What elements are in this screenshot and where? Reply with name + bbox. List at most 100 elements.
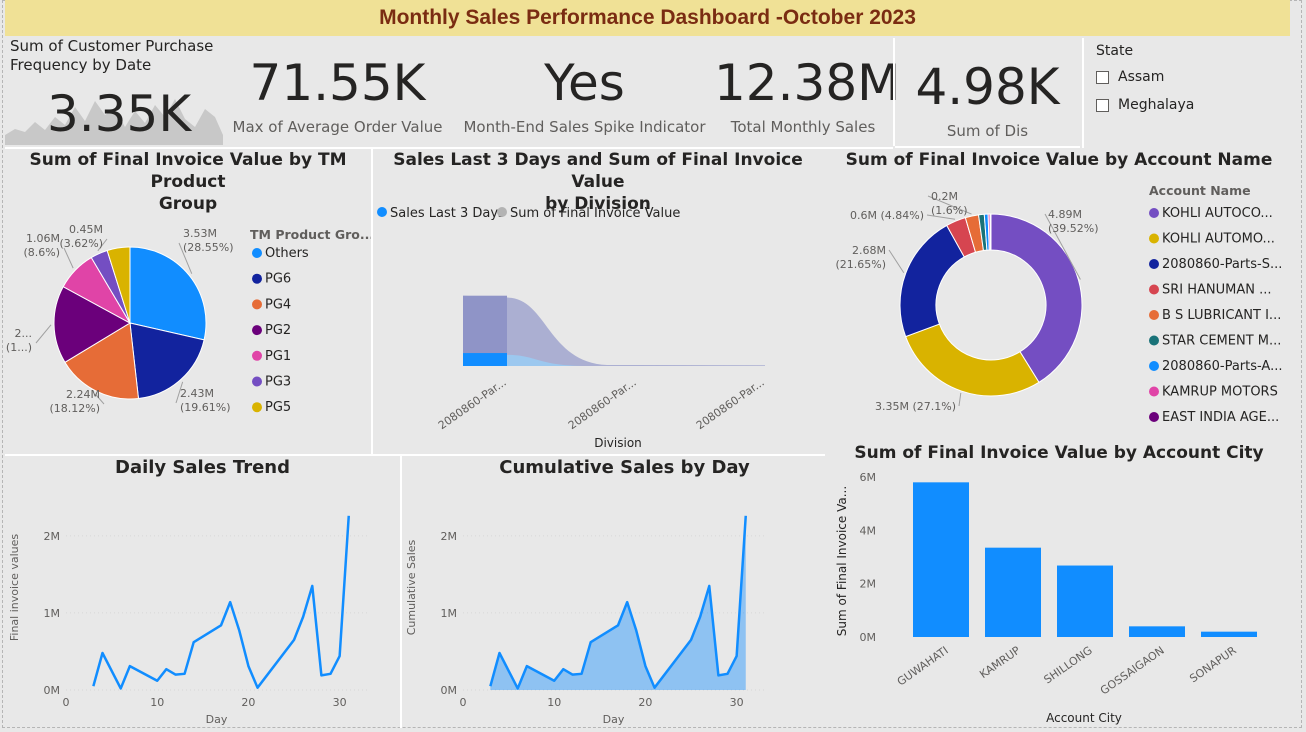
y-tick-label: 0M: [44, 684, 61, 697]
spike-label: Month-End Sales Spike Indicator: [463, 118, 706, 136]
donut-legend-item: KAMRUP MOTORS: [1162, 385, 1278, 400]
x-tick-label: 30: [730, 696, 744, 709]
city-tick-label: KAMRUP: [977, 644, 1023, 681]
pie-legend-title: TM Product Gro...: [250, 227, 371, 242]
city-bar-chart[interactable]: 0M 2M 4M 6M GUWAHATI KAMRUP SHILLONG GOSSAIGAON…: [826, 466, 1292, 728]
pie-leader-line: [63, 247, 74, 269]
legend-dot-icon: [252, 376, 262, 387]
daily-trend-chart[interactable]: 0M 1M 2M 0 10 20 30 Day Final invoice values: [5, 482, 400, 728]
donut-legend-item: STAR CEMENT M...: [1162, 334, 1281, 349]
purchase-frequency-label-1: Sum of Customer Purchase: [10, 37, 214, 55]
pie-data-label: (18.12%): [49, 402, 100, 415]
pie-data-label: (19.61%): [180, 401, 231, 414]
pie-legend-item: PG4: [265, 297, 291, 312]
series-line: [92, 515, 351, 690]
total-sales-label: Total Monthly Sales: [730, 118, 876, 136]
x-tick-label: 20: [638, 696, 652, 709]
y-tick-label: 1M: [44, 607, 61, 620]
city-bar: [913, 482, 969, 637]
legend-dot-icon: [252, 273, 262, 284]
legend-dot-icon: [1149, 284, 1159, 295]
checkbox-icon[interactable]: [1096, 98, 1109, 112]
donut-legend-item: EAST INDIA AGE...: [1162, 410, 1279, 425]
area-series-last3-highlight: [463, 353, 507, 366]
y-tick-label: 6M: [860, 471, 877, 484]
legend-dot-icon: [1149, 386, 1159, 397]
legend-dot-icon: [1149, 259, 1159, 269]
slicer-option-assam[interactable]: Assam: [1096, 69, 1276, 85]
row-divider-2: [5, 454, 825, 456]
donut-data-label: 0.6M (4.84%): [850, 209, 924, 222]
pie-data-label: 3.53M: [183, 227, 217, 240]
pie-data-label: 2.43M: [180, 387, 214, 400]
donut-account-title: Sum of Final Invoice Value by Account Na…: [845, 150, 1273, 170]
legend-dot-icon: [252, 248, 262, 258]
donut-data-label: (39.52%): [1048, 222, 1099, 235]
city-tick-label: GUWAHATI: [895, 644, 951, 689]
kpi-card-spike[interactable]: Yes Month-End Sales Spike Indicator: [462, 58, 707, 143]
avg-order-label: Max of Average Order Value: [232, 118, 443, 136]
pie-legend-item: Others: [265, 246, 309, 261]
pie-legend-item: PG5: [265, 400, 291, 415]
legend-dot-icon: [1149, 310, 1159, 320]
x-tick-label: 0: [63, 696, 70, 709]
donut-slice: [905, 323, 1040, 397]
state-slicer-title: State: [1096, 43, 1134, 59]
division-axis-label: Division: [594, 436, 642, 450]
cumulative-area-fill: [490, 515, 746, 690]
donut-data-label: (1.6%): [931, 204, 968, 217]
y-tick-label: 0M: [860, 631, 877, 644]
donut-legend-item: 2080860-Parts-S...: [1162, 257, 1282, 272]
division-tick-label: 2080860-Par...: [436, 376, 509, 432]
pie-leader-line: [35, 324, 52, 344]
division-area-chart[interactable]: Sales Last 3 Days Sum of Final Invoice Va…: [373, 198, 823, 454]
purchase-frequency-label-2: Frequency by Date: [10, 56, 152, 74]
legend-dot-icon: [252, 402, 262, 413]
total-sales-value: 12.38M: [714, 54, 901, 112]
pie-tm-group-chart[interactable]: 3.53M(28.55%) 2.43M(19.61%) 2.24M(18.12%) 2…: [5, 200, 371, 450]
x-tick-label: 0: [460, 696, 467, 709]
division-tick-label: 2080860-Par...: [566, 376, 639, 432]
pie-legend-item: PG3: [265, 375, 291, 390]
pie-data-label: 2.24M: [66, 388, 100, 401]
kpi-card-dis[interactable]: 4.98K Sum of Dis: [900, 62, 1075, 147]
kpi-card-total-sales[interactable]: 12.38M Total Monthly Sales: [714, 54, 901, 143]
city-tick-label: GOSSAIGAON: [1098, 644, 1167, 698]
donut-data-label: (21.65%): [835, 258, 886, 271]
cumulative-title: Cumulative Sales by Day: [499, 457, 750, 478]
city-bar-title: Sum of Final Invoice Value by Account Ci…: [854, 443, 1264, 463]
checkbox-icon[interactable]: [1096, 70, 1109, 84]
x-tick-label: 10: [547, 696, 561, 709]
kpi-divider: [893, 38, 895, 146]
kpi-card-avg-order[interactable]: 71.55K Max of Average Order Value: [230, 58, 445, 143]
legend-dot-icon: [1149, 208, 1159, 218]
city-bar: [1129, 626, 1185, 637]
pie-legend-item: PG2: [265, 323, 291, 338]
cumulative-chart[interactable]: 0M 1M 2M 0 10 20 30 Day Cumulative Sales: [402, 482, 822, 728]
pie-data-label: (8.6%): [23, 246, 60, 259]
donut-data-label: 0.2M: [931, 190, 958, 203]
area-legend-item: Sales Last 3 Days: [390, 206, 505, 221]
slicer-option-meghalaya[interactable]: Meghalaya: [1096, 97, 1276, 113]
donut-legend-item: B S LUBRICANT I...: [1162, 308, 1281, 323]
legend-dot-icon: [1149, 335, 1159, 346]
legend-dot-icon: [497, 207, 507, 217]
area-legend-item: Sum of Final Invoice Value: [510, 206, 680, 221]
pie-data-label: (28.55%): [183, 241, 234, 254]
dashboard-title: Monthly Sales Performance Dashboard -Oct…: [5, 0, 1290, 36]
x-tick-label: 20: [241, 696, 255, 709]
slicer-option-label: Assam: [1118, 69, 1165, 85]
pie-data-label: 0.45M: [69, 223, 103, 236]
city-bar: [1057, 565, 1113, 637]
kpi-card-purchase-frequency[interactable]: Sum of Customer Purchase Frequency by Da…: [5, 37, 223, 145]
donut-data-label: 3.35M (27.1%): [875, 400, 956, 413]
donut-legend-item: KOHLI AUTOCO...: [1162, 206, 1273, 221]
donut-slice: [899, 224, 965, 338]
y-axis-label: Cumulative Sales: [405, 539, 418, 635]
y-axis-label: Sum of Final Invoice Va...: [835, 486, 849, 636]
donut-slice: [990, 213, 1083, 384]
donut-data-label: 2.68M: [852, 244, 886, 257]
dis-label: Sum of Dis: [946, 122, 1029, 140]
legend-dot-icon: [252, 325, 262, 336]
donut-account-chart[interactable]: 4.89M(39.52%) 3.35M (27.1%) 2.68M(21.65%) 0…: [826, 176, 1292, 438]
